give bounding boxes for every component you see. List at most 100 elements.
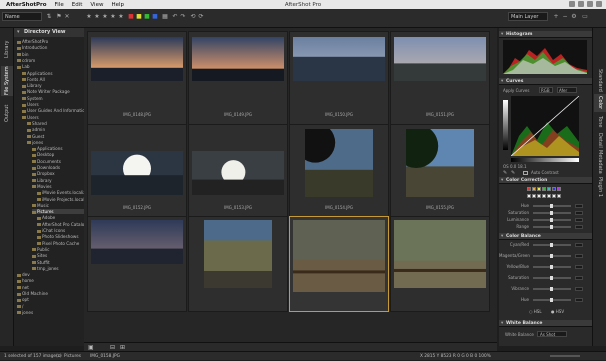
thumbnail-cell[interactable]: IMG_0155.JPG [390,124,490,220]
tab-metadata[interactable]: Metadata [594,150,606,174]
tab-tone[interactable]: Tone [594,114,606,130]
slider-value-field[interactable] [575,225,583,229]
color-swatches[interactable] [527,187,561,191]
tree-item[interactable]: iMovie Events.localiz [37,190,84,195]
apply-curves-label[interactable]: Apply Curves [503,88,529,93]
eyedropper-gray-icon[interactable]: ✎ [511,170,515,176]
slider-value-field[interactable] [575,287,583,291]
thumbnail-cell[interactable]: IMG_0150.JPG [289,31,389,127]
color-label-green-icon[interactable]: ■ [144,13,150,20]
slider-knob[interactable] [550,298,553,302]
slider-knob[interactable] [550,243,553,247]
tree-item[interactable]: Public [32,247,84,252]
tree-item[interactable]: Desktop [32,152,84,157]
remove-layer-icon[interactable]: − [562,13,568,20]
tab-color[interactable]: Color [594,94,606,112]
thumbnail-cell[interactable]: IMG_0152.JPG [87,124,187,220]
slider-value-field[interactable] [575,204,583,208]
tree-item[interactable]: Applications [32,146,84,151]
thumbnail-image[interactable] [192,37,284,81]
swatch[interactable] [547,187,551,191]
add-layer-icon[interactable]: + [553,13,559,20]
thumbnail-cell[interactable] [390,216,490,312]
slider-knob[interactable] [550,265,553,269]
mode-hsl[interactable]: ○ HSL [529,309,542,314]
thumbnail-image[interactable] [204,220,272,288]
thumbnail-cell[interactable]: IMG_0154.JPG [289,124,389,220]
tree-item[interactable]: User Guides And Information [22,108,84,113]
thumbnail-cell[interactable] [289,216,389,312]
tree-item[interactable]: net [17,285,84,290]
tab-standard[interactable]: Standard [594,68,606,92]
auto-contrast-checkbox[interactable] [523,171,528,175]
tree-item[interactable]: Old Machine [17,291,84,296]
swatch[interactable] [557,194,561,198]
swatch[interactable] [542,187,546,191]
white-balance-header[interactable]: White Balance [499,320,592,327]
swatch[interactable] [527,194,531,198]
swatch-row[interactable] [527,194,561,198]
thumbnail-image[interactable] [192,151,284,195]
swatch[interactable] [537,187,541,191]
thumbnail-image[interactable] [305,129,373,197]
thumbnail-image[interactable] [91,220,183,264]
undo-icon[interactable]: ⟲ [190,13,196,20]
tree-item[interactable]: AfterShotPro [17,39,84,44]
tree-item[interactable]: dev [17,272,84,277]
tree-item[interactable]: Note Writer Package [22,89,84,94]
zoom-slider[interactable] [550,355,580,357]
swatch[interactable] [532,187,536,191]
tab-plugin-1[interactable]: Plugin 1 [594,176,606,198]
tree-item[interactable]: Shared [27,121,84,126]
rotate-right-icon[interactable]: ↷ [180,13,186,20]
tree-item[interactable]: bin [17,52,84,57]
sort-icon[interactable]: ⇅ [46,13,52,20]
directory-tree[interactable]: AfterShotPro Introduction bin cdrom Lab Appli… [14,37,84,346]
color-label-red-icon[interactable]: ■ [128,13,134,20]
layer-select[interactable]: Main Layer [508,12,548,21]
tree-item[interactable]: Fonts All [22,77,84,82]
curve-mode-select[interactable]: Afer [557,87,577,93]
slider-value-field[interactable] [575,276,583,280]
slider-knob[interactable] [550,218,553,222]
thumbnail-grid[interactable]: IMG_0148.JPG IMG_0149.JPG IMG_0150.JPG IMG_… [84,28,497,342]
tree-item[interactable]: Adobe [37,215,84,220]
tree-item[interactable]: Dropbox [32,171,84,176]
tree-item[interactable]: Library [22,83,84,88]
grid-view-icon[interactable]: ▦ [162,13,168,20]
thumbnail-cell[interactable]: IMG_0149.JPG [188,31,288,127]
tree-item[interactable]: System [22,96,84,101]
curves-header[interactable]: Curves [499,78,592,85]
eyedropper-icon[interactable]: ✎ [503,170,507,176]
star-icon[interactable]: ★ [94,13,100,20]
thumbnail-image[interactable] [91,37,183,81]
tree-item[interactable]: Users [22,102,84,107]
swatch[interactable] [552,187,556,191]
tree-item[interactable]: Movies [32,184,84,189]
tree-item[interactable]: Pixel Photo Cache [37,241,84,246]
curve-channel-select[interactable]: RGB [539,87,553,93]
thumbnail-cell[interactable] [87,216,187,312]
thumbnail-image[interactable] [394,220,486,288]
swatch[interactable] [547,194,551,198]
star-icon[interactable]: ★ [118,13,124,20]
tree-item[interactable]: Lab [17,64,84,69]
tree-item[interactable]: jones [27,140,84,145]
tree-item[interactable]: Downloads [32,165,84,170]
tree-item[interactable]: opt [17,297,84,302]
rotate-left-icon[interactable]: ↶ [172,13,178,20]
layer-settings-icon[interactable]: ⚙ [571,13,577,20]
redo-icon[interactable]: ⟳ [198,13,204,20]
panel-toggle-icon[interactable]: ▭ [582,13,588,20]
collapse-arrow-icon[interactable]: ▾ [17,28,20,37]
tree-item[interactable]: Guest [27,134,84,139]
slider-knob[interactable] [550,276,553,280]
slider-knob[interactable] [550,287,553,291]
tab-output[interactable]: Output [1,98,13,128]
slideshow-icon[interactable]: ▣ [88,344,94,351]
star-icon[interactable]: ★ [110,13,116,20]
slider-value-field[interactable] [575,211,583,215]
tree-item[interactable]: cdrom [17,58,84,63]
flag-icon[interactable]: ⚑ [56,13,62,20]
thumbnail-cell[interactable]: IMG_0153.JPG [188,124,288,220]
